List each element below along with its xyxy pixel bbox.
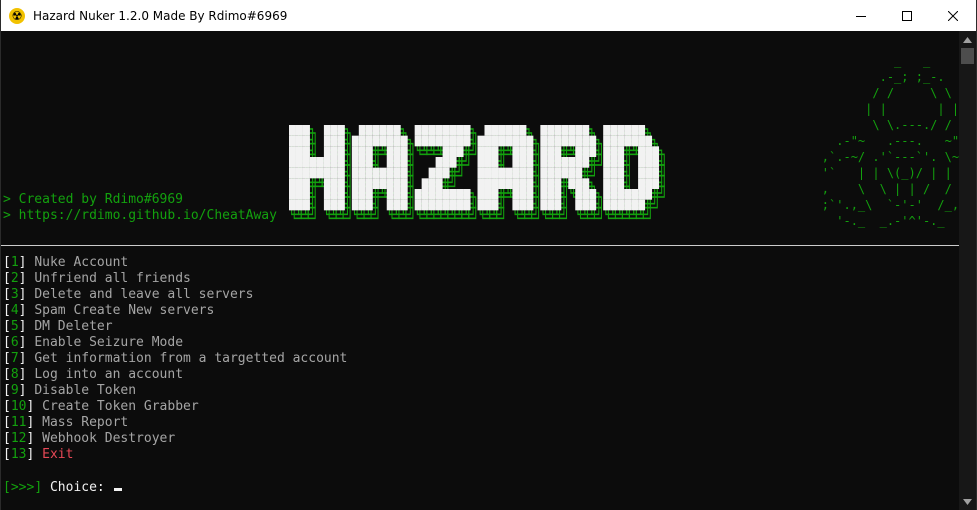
menu-item[interactable]: [6] Enable Seizure Mode [3,335,183,351]
menu-item-number: 9 [10,383,19,398]
maximize-icon [902,10,912,21]
minimize-icon [856,15,866,17]
menu-item[interactable]: [5] DM Deleter [3,319,113,335]
menu-item-number: 1 [10,255,19,270]
url-line: > https://rdimo.github.io/CheatAway [3,208,277,223]
choice-prompt[interactable]: [>>>] Choice: [3,480,122,496]
console-output[interactable]: > Created by Rdimo#6969 > https://rdimo.… [1,31,961,510]
menu-item[interactable]: [4] Spam Create New servers [3,303,214,319]
divider-line [1,245,961,246]
scroll-up-arrow[interactable] [959,31,976,48]
menu-item[interactable]: [10] Create Token Grabber [3,399,199,415]
scroll-down-arrow[interactable] [959,493,976,510]
menu-item-label: Enable Seizure Mode [34,335,184,350]
text-cursor [113,488,122,491]
menu-item-number: 2 [10,271,19,286]
menu-item[interactable]: [8] Log into an account [3,367,183,383]
menu-item-number: 7 [10,351,19,366]
menu-item[interactable]: [12] Webhook Destroyer [3,431,175,447]
window-title: Hazard Nuker 1.2.0 Made By Rdimo#6969 [33,8,288,23]
title-bar[interactable]: ☢ Hazard Nuker 1.2.0 Made By Rdimo#6969 [1,0,976,31]
menu-item[interactable]: [7] Get information from a targetted acc… [3,351,347,367]
menu-item-number: 4 [10,303,19,318]
chevron-down-icon [963,498,972,505]
menu-item-number: 8 [10,367,19,382]
chevron-up-icon [963,36,972,43]
menu-item-label: Create Token Grabber [42,399,199,414]
menu-item-number: 12 [10,431,27,446]
menu-item-label: Get information from a targetted account [34,351,348,366]
prompt-label: Choice: [49,480,105,495]
console-window: ☢ Hazard Nuker 1.2.0 Made By Rdimo#6969 … [0,0,977,510]
hazard-logo [289,125,665,220]
menu-item-label: Spam Create New servers [34,303,215,318]
menu-item[interactable]: [2] Unfriend all friends [3,271,191,287]
credit-line: > Created by Rdimo#6969 [3,192,184,207]
menu-item-label: Disable Token [34,383,137,398]
scrollbar-thumb[interactable] [961,48,974,64]
menu-item-label: Log into an account [34,367,184,382]
minimize-button[interactable] [838,0,884,31]
menu-item-label: Mass Report [42,415,129,430]
menu-item-number: 5 [10,319,19,334]
menu-item-label: Delete and leave all servers [34,287,254,302]
vertical-scrollbar[interactable] [959,31,976,510]
menu-item-label: Webhook Destroyer [42,431,176,446]
menu-item[interactable]: [11] Mass Report [3,415,128,431]
menu-item-number: 10 [10,399,27,414]
maximize-button[interactable] [884,0,930,31]
menu-item-number: 13 [10,447,27,462]
skull-ascii-art: _ _ .-_; ;_-. / / \ \ | | | | \ \.---./ … [821,54,961,228]
menu-item-number: 6 [10,335,19,350]
menu-item-label: Exit [42,447,74,462]
menu-item[interactable]: [9] Disable Token [3,383,136,399]
radioactive-icon: ☢ [9,7,25,24]
close-icon [948,10,958,21]
prompt-marker: >>> [10,480,35,495]
menu-item[interactable]: [3] Delete and leave all servers [3,287,253,303]
menu-item-label: Nuke Account [34,255,129,270]
menu-item-label: Unfriend all friends [34,271,191,286]
menu-item[interactable]: [1] Nuke Account [3,255,128,271]
menu-item[interactable]: [13] Exit [3,447,73,463]
menu-item-label: DM Deleter [34,319,113,334]
close-button[interactable] [930,0,976,31]
menu-item-number: 3 [10,287,19,302]
menu-item-number: 11 [10,415,27,430]
